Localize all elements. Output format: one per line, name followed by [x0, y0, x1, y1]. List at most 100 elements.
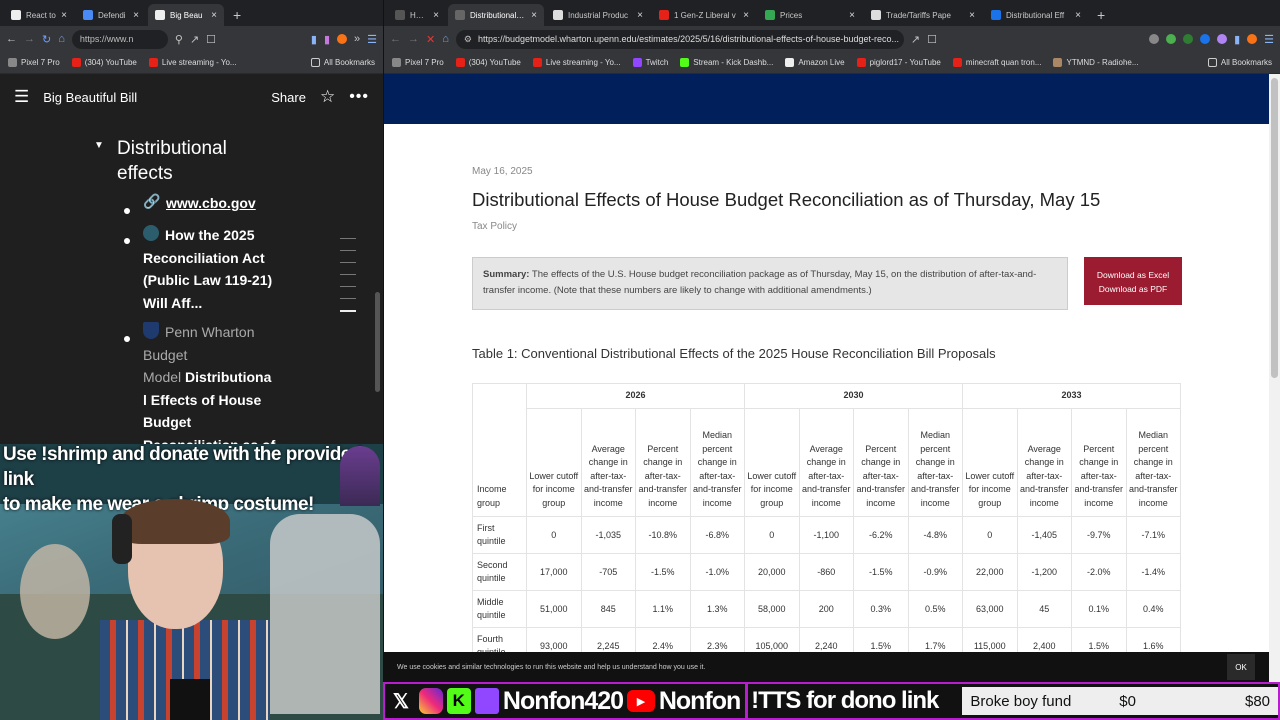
bookmark-item[interactable]: Amazon Live [785, 58, 845, 67]
table-cell: 0.4% [1125, 590, 1181, 628]
bookmark-item[interactable]: (304) YouTube [71, 58, 137, 67]
bookmark-item[interactable]: Live streaming - Yo... [148, 58, 237, 67]
bookmark-item[interactable]: Pixel 7 Pro [8, 58, 60, 67]
share-icon[interactable]: ↗ [911, 33, 920, 46]
bookmark-item[interactable]: Pixel 7 Pro [392, 58, 444, 67]
bookmark-item[interactable]: Stream - Kick Dashb... [680, 58, 773, 67]
close-tab-icon[interactable]: × [969, 10, 975, 21]
new-tab-button[interactable]: + [1090, 4, 1112, 26]
close-tab-icon[interactable]: × [433, 10, 439, 21]
browser-tab[interactable]: Prices × [758, 4, 862, 26]
share-button[interactable]: Share [271, 90, 306, 105]
scrollbar-thumb[interactable] [1271, 78, 1278, 378]
browser-tab[interactable]: 1 Gen-Z Liberal v × [652, 4, 756, 26]
reconciliation-link[interactable]: How the 2025 Reconciliation Act (Public La… [143, 224, 272, 314]
tab-title: Industrial Produc [568, 10, 629, 20]
browser-tab[interactable]: Trade/Tariffs Pape × [864, 4, 982, 26]
more-options-icon[interactable]: ••• [349, 88, 369, 106]
chevron-right-icon[interactable]: » [354, 33, 360, 45]
back-icon[interactable]: ← [6, 33, 17, 45]
table-cell: -4.8% [907, 516, 963, 554]
notes-scrollbar[interactable] [375, 292, 380, 392]
extension-icon[interactable]: ▮ [324, 33, 330, 46]
outline-minimap[interactable] [340, 238, 356, 312]
bookmark-favicon-icon [71, 58, 81, 67]
category-link[interactable]: Tax Policy [472, 221, 517, 232]
right-address-bar[interactable]: ⚙ https://budgetmodel.wharton.upenn.edu/… [455, 29, 904, 49]
microphone [170, 679, 210, 720]
browser-tab[interactable]: Defendi × [76, 4, 146, 26]
table-cell: -1.0% [689, 553, 745, 591]
all-bookmarks-button[interactable]: All Bookmarks [1207, 58, 1272, 67]
penn-wharton-link[interactable]: Penn Wharton Budget Model Distributiona l E… [143, 321, 293, 456]
browser-tab[interactable]: Distributional Eff × [984, 4, 1088, 26]
menu-icon[interactable]: ☰ [367, 33, 377, 46]
download-pdf-link[interactable]: Download as PDF [1084, 282, 1182, 296]
close-tab-icon[interactable]: × [637, 10, 643, 21]
cookie-ok-button[interactable]: OK [1227, 654, 1255, 680]
forward-icon[interactable]: → [24, 33, 35, 45]
tab-favicon-icon [553, 10, 563, 20]
tab-favicon-icon [395, 10, 405, 20]
left-browser-chrome: React to × Defendi × Big Beau × + ← → ↻ ⌂ http… [0, 0, 383, 74]
home-icon[interactable]: ⌂ [58, 33, 65, 45]
bookmark-item[interactable]: YTMND - Radiohe... [1053, 58, 1139, 67]
extension-icon[interactable] [1200, 34, 1211, 44]
hamburger-menu-icon[interactable]: ☰ [14, 87, 29, 107]
site-info-icon[interactable]: ⚙ [464, 34, 472, 45]
column-header: Lower cutoff for income group [744, 408, 800, 517]
favorite-star-icon[interactable]: ☆ [320, 87, 335, 107]
profile-avatar[interactable] [1247, 34, 1258, 44]
bookmark-favicon-icon [785, 58, 795, 67]
close-tab-icon[interactable]: × [133, 10, 139, 21]
forward-icon[interactable]: → [408, 33, 419, 45]
browser-tab[interactable]: Big Beau × [148, 4, 224, 26]
extension-icon[interactable] [1217, 34, 1228, 44]
download-excel-link[interactable]: Download as Excel [1084, 268, 1182, 282]
browser-tab[interactable]: How the 202 × [388, 4, 446, 26]
section-heading: Distributional effects [117, 136, 227, 186]
stop-loading-icon[interactable]: ✕ [426, 33, 435, 46]
table-cell: -1,035 [580, 516, 636, 554]
bookmark-star-icon[interactable]: ☐ [206, 33, 216, 46]
extension-icon[interactable] [1166, 34, 1177, 44]
link-line: How the 2025 [165, 227, 255, 243]
close-tab-icon[interactable]: × [849, 10, 855, 21]
bookmark-item[interactable]: Live streaming - Yo... [532, 58, 621, 67]
all-bookmarks-button[interactable]: All Bookmarks [310, 58, 375, 67]
close-tab-icon[interactable]: × [211, 10, 217, 21]
extensions-icon[interactable]: ▮ [311, 33, 317, 46]
home-icon[interactable]: ⌂ [442, 33, 449, 45]
reload-icon[interactable]: ↻ [42, 33, 51, 46]
close-tab-icon[interactable]: × [61, 10, 67, 21]
extensions-puzzle-icon[interactable]: ▮ [1234, 33, 1240, 46]
close-tab-icon[interactable]: × [531, 10, 537, 21]
close-tab-icon[interactable]: × [743, 10, 749, 21]
new-tab-button[interactable]: + [226, 4, 248, 26]
bookmark-item[interactable]: piglord17 - YouTube [856, 58, 941, 67]
column-header: Percent change in after-tax-and-transfer… [853, 408, 909, 517]
page-scrollbar[interactable] [1269, 74, 1280, 684]
left-bookmarks-bar: Pixel 7 Pro (304) YouTube Live streaming -… [0, 52, 383, 74]
profile-avatar[interactable] [337, 34, 347, 44]
cbo-link[interactable]: www.cbo.gov [166, 195, 256, 211]
bookmark-item[interactable]: minecraft quan tron... [952, 58, 1041, 67]
link-text-bold: Distributiona [185, 369, 272, 385]
browser-tab[interactable]: React to × [4, 4, 74, 26]
menu-icon[interactable]: ☰ [1264, 33, 1274, 46]
share-icon[interactable]: ↗ [190, 33, 199, 46]
bookmark-item[interactable]: Twitch [632, 58, 668, 67]
column-header: Median percent change in after-tax-and-t… [907, 408, 963, 517]
extension-icon[interactable] [1183, 34, 1194, 44]
bookmark-icon[interactable]: ☐ [927, 33, 937, 46]
bookmark-item[interactable]: (304) YouTube [455, 58, 521, 67]
close-tab-icon[interactable]: × [1075, 10, 1081, 21]
left-address-bar[interactable]: https://www.n [71, 29, 168, 49]
browser-tab[interactable]: Distributional Eff × [448, 4, 544, 26]
back-icon[interactable]: ← [390, 33, 401, 45]
browser-tab[interactable]: Industrial Produc × [546, 4, 650, 26]
collapse-triangle-icon[interactable]: ▼ [94, 140, 104, 151]
zoom-icon[interactable]: ⚲ [175, 33, 183, 46]
tab-title: Defendi [98, 10, 126, 20]
extension-icon[interactable] [1149, 34, 1160, 44]
